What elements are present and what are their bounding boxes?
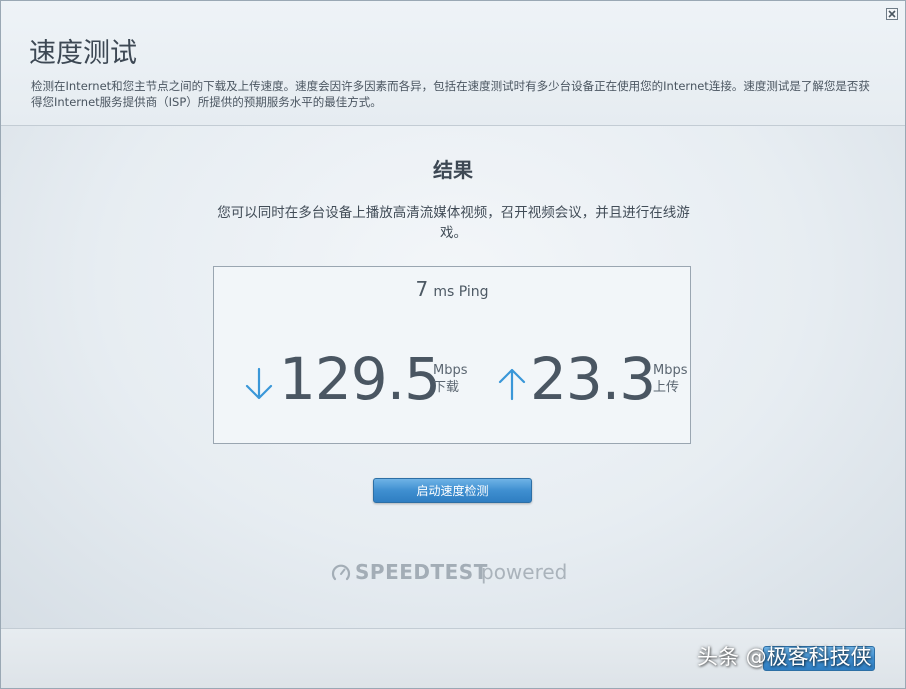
- ping-readout: 7 ms Ping: [214, 277, 690, 301]
- download-value: 129.5: [279, 345, 441, 413]
- start-speed-test-button[interactable]: 启动速度检测: [373, 478, 532, 503]
- download-unit: Mbps: [433, 363, 468, 378]
- page-description: 检测在Internet和您主节点之间的下载及上传速度。速度会因许多因素而各异，包…: [31, 79, 870, 109]
- upload-value: 23.3: [530, 345, 656, 413]
- ping-unit: ms Ping: [433, 284, 489, 300]
- speedometer-icon: [331, 564, 351, 581]
- ping-value: 7: [415, 277, 429, 301]
- speed-test-window: 速度测试 检测在Internet和您主节点之间的下载及上传速度。速度会因许多因素…: [0, 0, 906, 689]
- result-panel: 7 ms Ping 129.5 Mbps 下载 23.3 Mbps 上传: [213, 266, 691, 444]
- logo-powered-text: powered: [481, 560, 568, 584]
- page-title: 速度测试: [29, 38, 137, 69]
- header: 速度测试 检测在Internet和您主节点之间的下载及上传速度。速度会因许多因素…: [1, 1, 905, 126]
- download-unit-block: Mbps 下载: [433, 362, 468, 396]
- arrow-down-icon: [245, 367, 273, 400]
- download-label: 下载: [433, 380, 460, 395]
- upload-unit: Mbps: [653, 363, 688, 378]
- result-description: 您可以同时在多台设备上播放高清流媒体视频，召开视频会议，并且进行在线游戏。: [217, 205, 690, 241]
- close-icon: [888, 10, 896, 18]
- watermark: 头条 @极客科技侠: [697, 645, 872, 669]
- main-content: 结果 您可以同时在多台设备上播放高清流媒体视频，召开视频会议，并且进行在线游戏。…: [1, 126, 905, 628]
- result-title: 结果: [433, 158, 473, 182]
- upload-label: 上传: [653, 380, 680, 395]
- close-button[interactable]: [886, 8, 898, 20]
- arrow-up-icon: [498, 368, 526, 401]
- upload-unit-block: Mbps 上传: [653, 362, 688, 396]
- logo-speedtest-text: SPEEDTEST: [355, 560, 488, 584]
